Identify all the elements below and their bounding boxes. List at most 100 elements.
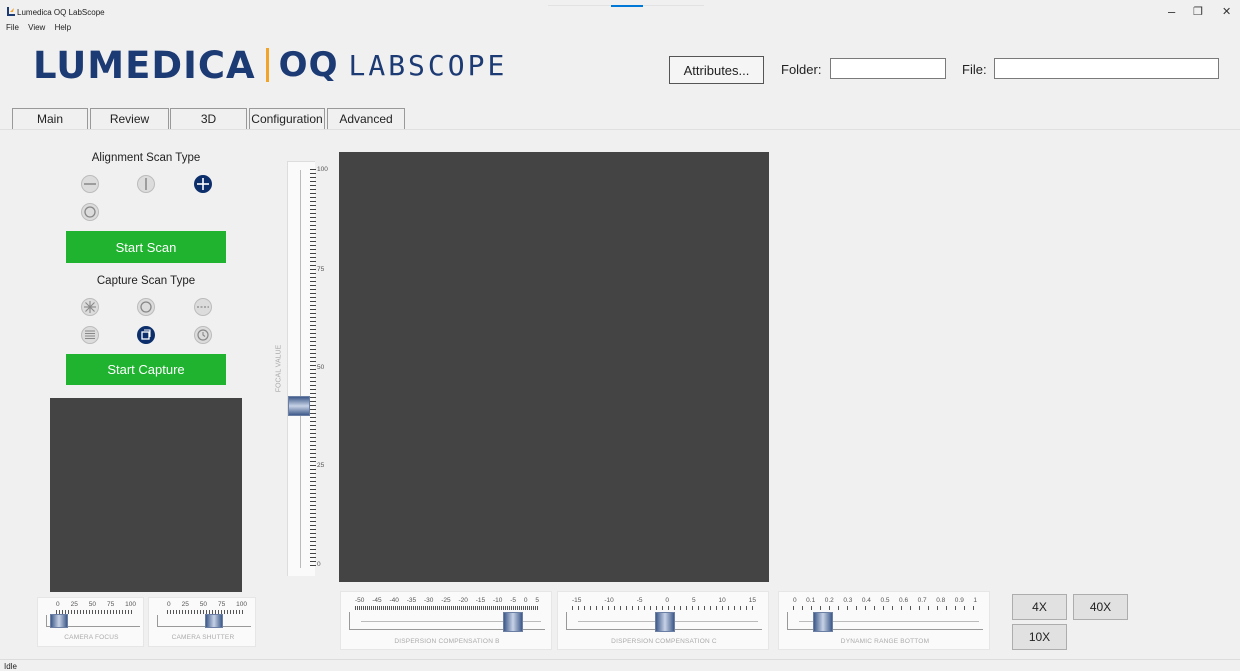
dispersion-b-tick: -50 [355, 597, 365, 604]
tab-3d[interactable]: 3D [170, 108, 247, 130]
camera-focus-slider[interactable]: 0 25 50 75 100 CAMERA FOCUS [37, 597, 144, 647]
dispersion-c-slider[interactable]: -15 -10 -5 0 5 10 15 DISPERSION COMPENSA… [557, 591, 769, 650]
start-capture-button[interactable]: Start Capture [66, 354, 226, 385]
tab-divider [0, 129, 1240, 130]
camera-focus-tick: 25 [70, 601, 78, 608]
focal-tick: 100 [317, 166, 328, 173]
dispersion-b-tick: -25 [441, 597, 451, 604]
camera-shutter-tick: 0 [167, 601, 171, 608]
dynamic-range-label: DYNAMIC RANGE BOTTOM [840, 638, 930, 645]
main-image-view [339, 152, 769, 582]
dispersion-c-tick: 0 [665, 597, 670, 604]
focal-slider-track [300, 170, 301, 568]
focal-tick: 25 [317, 462, 325, 469]
tab-review[interactable]: Review [90, 108, 169, 130]
dispersion-b-tick: -45 [372, 597, 382, 604]
circle-icon[interactable] [81, 203, 99, 221]
camera-focus-tick: 75 [106, 601, 115, 608]
dispersion-c-tick: 10 [718, 597, 726, 604]
dispersion-b-ticks [355, 606, 539, 610]
zoom-4x-button[interactable]: 4X [1012, 594, 1067, 620]
dispersion-c-tick: -5 [636, 597, 643, 604]
camera-focus-thumb[interactable] [50, 614, 68, 628]
capture-scan-type-label: Capture Scan Type [96, 275, 196, 287]
folder-input[interactable] [830, 58, 946, 79]
dispersion-b-tick: -5 [510, 597, 517, 604]
cross-icon[interactable] [194, 175, 212, 193]
tab-main[interactable]: Main [12, 108, 88, 130]
zoom-40x-button[interactable]: 40X [1073, 594, 1128, 620]
camera-focus-tick: 50 [88, 601, 96, 608]
title-bar [0, 0, 1240, 20]
dashed-line-icon[interactable] [194, 298, 212, 316]
camera-shutter-thumb[interactable] [205, 614, 223, 628]
dispersion-b-tick: 5 [535, 597, 539, 604]
menu-view[interactable]: View [28, 23, 45, 32]
menu-bar: File View Help [6, 23, 78, 32]
dynamic-range-tick: 0.9 [954, 597, 964, 604]
dynamic-range-bottom-slider[interactable]: 0 0.1 0.2 0.3 0.4 0.5 0.6 0.7 0.8 0.9 1 … [778, 591, 990, 650]
dispersion-c-tick: -10 [604, 597, 614, 604]
horizontal-line-icon[interactable] [81, 175, 99, 193]
dispersion-b-slider[interactable]: -50 -45 -40 -35 -30 -25 -20 -15 -10 -5 0… [340, 591, 552, 650]
camera-shutter-label: CAMERA SHUTTER [171, 634, 235, 641]
volume-icon[interactable] [137, 326, 155, 344]
camera-preview [50, 398, 242, 592]
dynamic-range-tick: 1 [973, 597, 977, 604]
dynamic-range-thumb[interactable] [813, 612, 833, 632]
timer-icon[interactable] [194, 326, 212, 344]
camera-shutter-tick: 75 [217, 601, 226, 608]
start-scan-button[interactable]: Start Scan [66, 231, 226, 263]
dispersion-b-tick: -20 [458, 597, 468, 604]
focal-slider-thumb[interactable] [288, 396, 310, 416]
dispersion-c-tick: 5 [691, 597, 696, 604]
dispersion-b-tick: -15 [475, 597, 486, 604]
dispersion-b-tick: -40 [389, 597, 399, 604]
raster-icon[interactable] [81, 326, 99, 344]
camera-shutter-tick: 50 [199, 601, 207, 608]
camera-focus-tick: 0 [56, 601, 60, 608]
dynamic-range-tick: 0.5 [880, 597, 890, 604]
ring-icon[interactable] [137, 298, 155, 316]
dispersion-b-label: DISPERSION COMPENSATION B [394, 638, 500, 645]
status-text: Idle [4, 662, 17, 671]
camera-shutter-slider[interactable]: 0 25 50 75 100 CAMERA SHUTTER [148, 597, 256, 647]
folder-label: Folder: [781, 62, 822, 77]
dispersion-c-tick: -15 [572, 597, 582, 604]
lumedica-logo: LUMEDICA OQ LABSCOPE [33, 44, 507, 87]
brand-separator [265, 48, 269, 82]
brand-oq: OQ [278, 45, 339, 85]
dispersion-c-thumb[interactable] [655, 612, 675, 632]
dynamic-range-tick: 0.7 [917, 597, 927, 604]
dynamic-range-tick: 0.3 [843, 597, 853, 604]
dispersion-b-tick: -30 [424, 597, 434, 604]
focal-tick: 75 [317, 266, 325, 273]
tab-configuration[interactable]: Configuration [249, 108, 325, 130]
menu-help[interactable]: Help [55, 23, 71, 32]
star-icon[interactable] [81, 298, 99, 316]
dynamic-range-ticks [793, 606, 977, 610]
vertical-line-icon[interactable] [137, 175, 155, 193]
dynamic-range-tick: 0 [793, 597, 797, 604]
camera-focus-label: CAMERA FOCUS [64, 634, 119, 641]
dispersion-c-label: DISPERSION COMPENSATION C [611, 638, 717, 645]
minimize-button[interactable]: – [1168, 4, 1175, 19]
camera-focus-tick: 100 [125, 601, 136, 608]
focal-tick: 0 [317, 561, 321, 568]
camera-shutter-tick: 100 [236, 601, 247, 608]
dispersion-b-thumb[interactable] [503, 612, 523, 632]
menu-file[interactable]: File [6, 23, 19, 32]
dispersion-b-tick: 0 [523, 597, 528, 604]
camera-shutter-track [157, 615, 251, 627]
zoom-10x-button[interactable]: 10X [1012, 624, 1067, 650]
attributes-button[interactable]: Attributes... [669, 56, 764, 84]
close-button[interactable]: ✕ [1222, 5, 1231, 18]
file-input[interactable] [994, 58, 1219, 79]
focal-value-label-wrap: FOCAL VALUE [272, 340, 286, 400]
restore-button[interactable]: ❐ [1193, 5, 1203, 18]
alignment-scan-type-label: Alignment Scan Type [91, 152, 201, 164]
dispersion-c-ticks [572, 606, 756, 610]
tab-advanced[interactable]: Advanced [327, 108, 405, 130]
dynamic-range-tick: 0.1 [806, 597, 816, 604]
dynamic-range-tick: 0.2 [824, 597, 834, 604]
